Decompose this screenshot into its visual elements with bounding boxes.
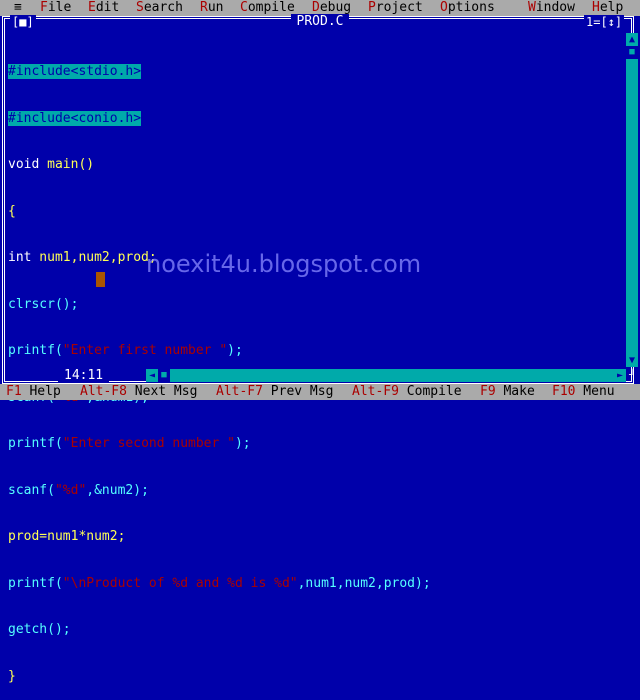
menu-run-label: un — [207, 0, 224, 15]
code-line: printf("Enter second number "); — [8, 436, 620, 452]
hint-help[interactable]: F1 Help — [6, 384, 61, 400]
window-title-text: PROD.C — [290, 14, 350, 29]
window-zoom-button[interactable]: [↕] — [600, 15, 622, 29]
hint-key: Alt-F9 — [352, 384, 399, 399]
menu-file-label: ile — [47, 0, 72, 15]
code-text: { — [8, 203, 16, 219]
code-function: printf( — [8, 436, 63, 451]
code-text: ); — [227, 343, 243, 358]
hint-label: Make — [495, 384, 535, 399]
code-string: "Enter second number " — [62, 436, 235, 451]
cursor-position: 14:11 — [58, 368, 110, 383]
window-number: 1 — [586, 15, 594, 29]
hint-make[interactable]: F9 Make — [480, 384, 535, 400]
code-text: ,&num2); — [86, 482, 149, 498]
window-close-button[interactable]: [■] — [10, 15, 36, 29]
hint-menu[interactable]: F10 Menu — [552, 384, 615, 400]
vertical-scrollbar[interactable]: ▲ ■ ▼ — [626, 33, 638, 367]
menu-search-hotkey: S — [136, 0, 144, 15]
menu-project-hotkey: P — [368, 0, 376, 15]
hint-key: F10 — [552, 384, 576, 399]
hint-label: Compile — [398, 384, 462, 399]
window-number-zoom[interactable]: 1=[↕] — [584, 15, 625, 29]
code-text: getch(); — [8, 622, 71, 637]
horizontal-scroll-thumb[interactable]: ■ — [158, 369, 170, 382]
hint-label: Menu — [575, 384, 615, 399]
code-string: "\nProduct of %d and %d is %d" — [62, 575, 298, 591]
menu-help-hotkey: H — [592, 0, 600, 15]
menu-compile-hotkey: C — [240, 0, 248, 15]
menu-options-label: ptions — [447, 0, 495, 15]
menu-edit-hotkey: E — [88, 0, 96, 15]
menu-help-label: elp — [599, 0, 624, 15]
hint-key: Alt-F8 — [80, 384, 127, 399]
code-text: #include<conio.h> — [8, 110, 142, 126]
code-text: num1,num2,prod; — [31, 250, 157, 265]
code-line: clrscr(); — [8, 297, 620, 313]
code-line: void main() — [8, 157, 620, 173]
code-keyword: void — [8, 157, 40, 172]
code-string: "%d" — [54, 482, 87, 498]
code-line: } — [8, 669, 620, 685]
code-text: #include<stdio.h> — [8, 64, 142, 79]
code-editor[interactable]: #include<stdio.h> #include<conio.h> void… — [8, 33, 620, 684]
code-line: printf("\nProduct of %d and %d is %d",nu… — [8, 576, 620, 592]
code-function: printf( — [8, 575, 63, 591]
code-text: clrscr(); — [8, 296, 79, 312]
code-text: ,num1,num2,prod); — [297, 575, 431, 591]
code-line: printf("Enter first number "); — [8, 343, 620, 359]
menu-window-hotkey: W — [528, 0, 536, 15]
code-line: { — [8, 204, 620, 220]
code-text: prod=num1*num2; — [8, 529, 126, 544]
hint-label: Next Msg — [126, 384, 198, 399]
text-cursor — [96, 272, 105, 287]
code-keyword: int — [8, 250, 32, 265]
hint-label: Help — [21, 384, 61, 399]
code-function: printf( — [8, 343, 63, 358]
code-string: "Enter first number " — [62, 343, 228, 358]
code-line: getch(); — [8, 622, 620, 638]
scroll-left-arrow-icon[interactable]: ◄ — [146, 369, 158, 382]
menu-window-label: indow — [535, 0, 575, 15]
watermark: noexit4u.blogspot.com — [146, 250, 422, 278]
code-text: main() — [39, 157, 95, 172]
code-text: ); — [234, 436, 251, 451]
horizontal-scrollbar[interactable]: ◄ ■ ► — [146, 369, 626, 382]
hint-label: Prev Msg — [262, 384, 334, 399]
menu-debug-hotkey: D — [312, 0, 320, 15]
hint-next-msg[interactable]: Alt-F8 Next Msg — [80, 384, 197, 400]
menu-compile-label: ompile — [247, 0, 295, 15]
menu-project-label: roject — [375, 0, 423, 15]
window-title: PROD.C — [0, 14, 640, 30]
scroll-right-arrow-icon[interactable]: ► — [614, 369, 626, 382]
menu-debug-label: ebug — [319, 0, 352, 15]
code-line: #include<conio.h> — [8, 110, 620, 127]
scroll-down-arrow-icon[interactable]: ▼ — [626, 354, 638, 367]
menu-run-hotkey: R — [200, 0, 208, 15]
code-line: #include<stdio.h> — [8, 64, 620, 80]
code-line: scanf("%d",&num2); — [8, 483, 620, 499]
menu-edit-label: dit — [95, 0, 120, 15]
code-text: } — [8, 668, 16, 684]
menu-options-hotkey: O — [440, 0, 448, 15]
menu-search-label: earch — [143, 0, 183, 15]
resize-corner-icon[interactable]: ┘ — [626, 369, 638, 382]
hint-compile[interactable]: Alt-F9 Compile — [352, 384, 462, 400]
status-bar: F1 Help Alt-F8 Next Msg Alt-F7 Prev Msg … — [0, 384, 640, 400]
hint-key: F9 — [480, 384, 496, 399]
code-line: prod=num1*num2; — [8, 529, 620, 545]
hint-key: F1 — [6, 384, 22, 399]
vertical-scroll-thumb[interactable]: ■ — [626, 46, 638, 59]
menu-file-hotkey: F — [40, 0, 48, 15]
scroll-up-arrow-icon[interactable]: ▲ — [626, 33, 638, 46]
hint-key: Alt-F7 — [216, 384, 263, 399]
hint-prev-msg[interactable]: Alt-F7 Prev Msg — [216, 384, 333, 400]
